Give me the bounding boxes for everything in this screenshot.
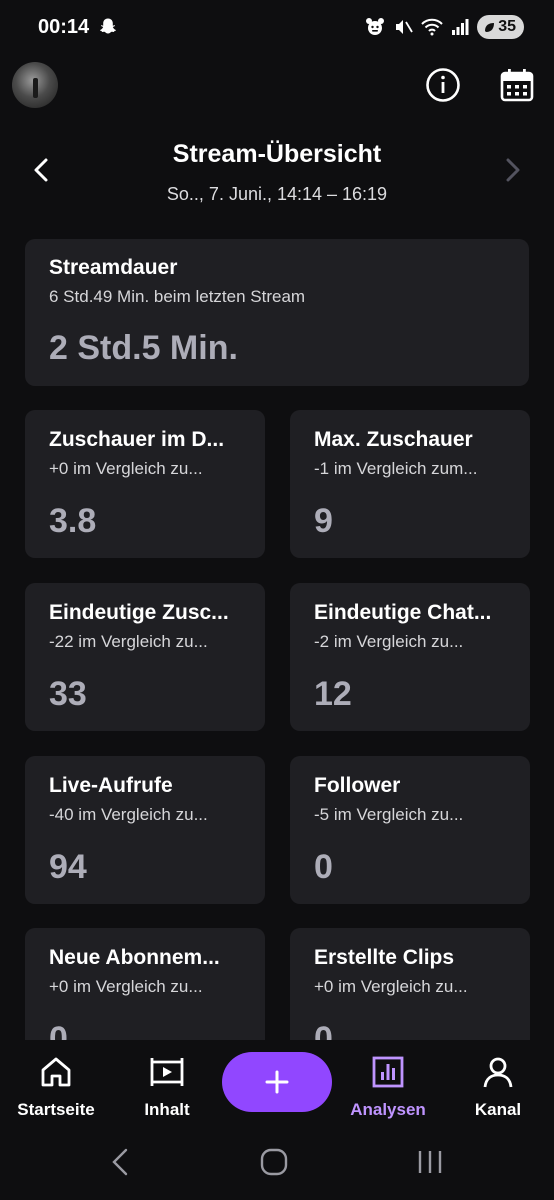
create-button[interactable] (222, 1052, 332, 1112)
system-home-icon[interactable] (258, 1146, 290, 1178)
stream-date-range: So.., 7. Juni., 14:14 – 16:19 (166, 184, 388, 204)
signal-icon (452, 19, 469, 35)
card-value: 94 (49, 848, 87, 886)
card-value: 0 (314, 1020, 333, 1041)
bottom-navigation: Startseite Inhalt Analysen Kanal (0, 1040, 554, 1130)
system-recents-icon[interactable] (416, 1148, 444, 1176)
nav-label: Kanal (474, 1100, 522, 1119)
card-comparison: +0 im Vergleich zu... (314, 977, 468, 996)
nav-item-content[interactable]: Inhalt (117, 1054, 217, 1120)
card-title: Neue Abonnem... (49, 946, 220, 969)
page-title: Stream-Übersicht (172, 140, 382, 168)
card-comparison: -5 im Vergleich zu... (314, 805, 464, 824)
plus-icon (265, 1070, 289, 1094)
stat-card-followers[interactable]: Follower -5 im Vergleich zu... 0 (290, 756, 530, 904)
system-navigation-bar (0, 1130, 554, 1200)
card-comparison: -2 im Vergleich zu... (314, 632, 464, 651)
card-title: Eindeutige Zusc... (49, 601, 229, 624)
nav-label: Analysen (350, 1100, 426, 1119)
analytics-icon (372, 1056, 404, 1088)
card-value: 0 (49, 1020, 68, 1041)
battery-indicator: 35 (477, 15, 524, 39)
card-title: Live-Aufrufe (49, 774, 173, 797)
nav-label: Inhalt (144, 1100, 190, 1119)
leaf-icon (485, 23, 495, 32)
card-title: Streamdauer (49, 256, 178, 279)
system-back-icon[interactable] (106, 1146, 134, 1178)
card-comparison: +0 im Vergleich zu... (49, 977, 203, 996)
card-value: 3.8 (49, 502, 97, 540)
info-icon[interactable] (424, 66, 462, 104)
card-comparison: -22 im Vergleich zu... (49, 632, 208, 651)
mute-icon (396, 20, 413, 34)
nav-label: Startseite (17, 1100, 95, 1119)
stat-card-clips-created[interactable]: Erstellte Clips +0 im Vergleich zu... 0 (290, 928, 530, 1041)
card-value: 9 (314, 502, 333, 540)
calendar-icon[interactable] (498, 66, 536, 104)
stat-card-avg-viewers[interactable]: Zuschauer im D... +0 im Vergleich zu... … (25, 410, 265, 558)
stats-content[interactable]: Streamdauer 6 Std.49 Min. beim letzten S… (0, 226, 554, 1041)
stat-card-live-views[interactable]: Live-Aufrufe -40 im Vergleich zu... 94 (25, 756, 265, 904)
card-title: Zuschauer im D... (49, 428, 225, 451)
card-comparison: +0 im Vergleich zu... (49, 459, 203, 478)
content-icon (150, 1058, 184, 1086)
user-icon (483, 1057, 513, 1088)
wifi-icon (421, 18, 443, 36)
card-title: Erstellte Clips (314, 946, 455, 969)
home-icon (41, 1057, 71, 1087)
stream-duration-card[interactable]: Streamdauer 6 Std.49 Min. beim letzten S… (25, 239, 529, 386)
stat-card-max-viewers[interactable]: Max. Zuschauer -1 im Vergleich zum... 9 (290, 410, 530, 558)
nav-item-channel[interactable]: Kanal (448, 1054, 548, 1120)
card-value: 2 Std.5 Min. (49, 329, 238, 367)
card-comparison: 6 Std.49 Min. beim letzten Stream (49, 287, 306, 306)
nav-item-home[interactable]: Startseite (6, 1054, 106, 1120)
card-title: Follower (314, 774, 401, 797)
stat-card-unique-viewers[interactable]: Eindeutige Zusc... -22 im Vergleich zu..… (25, 583, 265, 731)
card-comparison: -40 im Vergleich zu... (49, 805, 208, 824)
battery-level: 35 (498, 18, 516, 35)
status-bar: 00:14 35 (0, 0, 554, 56)
card-title: Max. Zuschauer (314, 428, 473, 451)
status-time: 00:14 (38, 16, 90, 38)
avatar[interactable] (12, 62, 58, 108)
card-value: 33 (49, 675, 87, 713)
next-stream-chevron-icon[interactable] (496, 152, 528, 188)
face-icon (366, 18, 385, 35)
snapchat-icon (99, 18, 117, 34)
card-title: Eindeutige Chat... (314, 601, 492, 624)
card-comparison: -1 im Vergleich zum... (314, 459, 478, 478)
stat-card-new-subscribers[interactable]: Neue Abonnem... +0 im Vergleich zu... 0 (25, 928, 265, 1041)
stat-card-unique-chatters[interactable]: Eindeutige Chat... -2 im Vergleich zu...… (290, 583, 530, 731)
card-value: 12 (314, 675, 352, 713)
card-value: 0 (314, 848, 333, 886)
nav-item-analytics[interactable]: Analysen (338, 1054, 438, 1120)
